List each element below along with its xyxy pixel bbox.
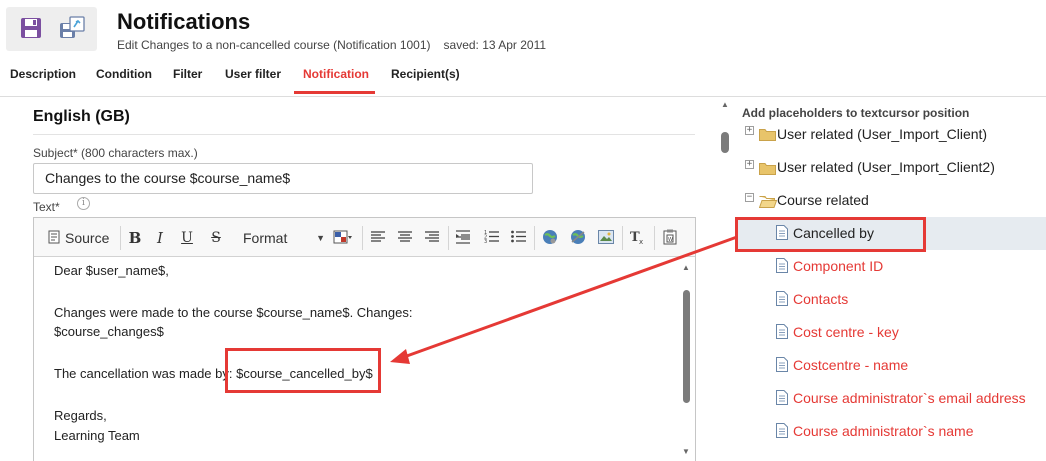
annotation-arrow [390, 235, 738, 364]
